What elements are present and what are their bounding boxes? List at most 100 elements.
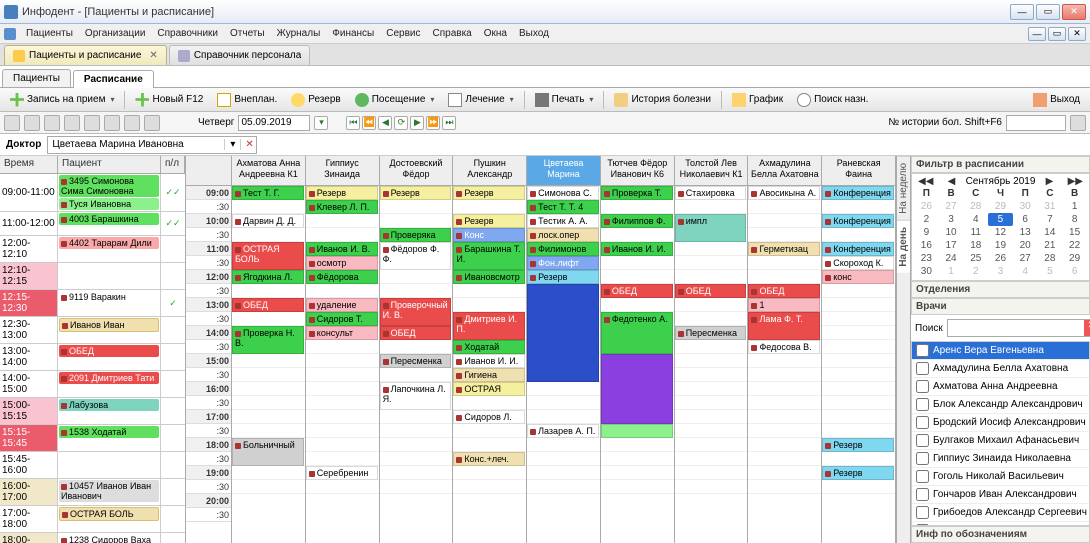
appointment[interactable]: Пересменка bbox=[675, 326, 747, 340]
doctor-checkbox[interactable] bbox=[916, 506, 929, 519]
calendar-day[interactable]: 16 bbox=[914, 239, 939, 252]
doctor-column-header[interactable]: Раневская Фаина bbox=[822, 156, 895, 186]
calendar-day[interactable]: 28 bbox=[1038, 252, 1063, 265]
cal-next-year[interactable]: ▶▶ bbox=[1064, 176, 1087, 187]
nav-first[interactable]: ⏮ bbox=[346, 116, 360, 130]
appointment[interactable]: лоск.опер bbox=[527, 228, 599, 242]
doctor-column-header[interactable]: Цветаева Марина bbox=[527, 156, 600, 186]
calendar-day[interactable]: 30 bbox=[914, 265, 939, 278]
left-row[interactable]: 16:00-17:0010457 Иванов Иван Иванович bbox=[0, 479, 185, 506]
appointment[interactable]: Резерв доктора bbox=[453, 214, 525, 228]
appointment[interactable]: ОБЕД bbox=[601, 284, 673, 298]
util-btn-5[interactable] bbox=[84, 115, 100, 131]
appointment[interactable]: Федотенко А. bbox=[601, 312, 673, 354]
appointment[interactable]: Иванов И. В. bbox=[306, 242, 378, 256]
calendar-day[interactable]: 31 bbox=[1038, 200, 1063, 213]
calendar-day[interactable]: 12 bbox=[988, 226, 1013, 239]
minimize-button[interactable]: — bbox=[1010, 4, 1034, 20]
doctor-column-header[interactable]: Гиппиус Зинаида bbox=[306, 156, 379, 186]
doctor-cells[interactable]: Проверка Т.Филиппов Ф.Иванов И. И.ОБЕДФе… bbox=[601, 186, 674, 543]
doctor-list-item[interactable]: Булгаков Михаил Афанасьевич bbox=[912, 432, 1089, 450]
appointment[interactable]: Филимонов bbox=[527, 242, 599, 256]
doctor-column-header[interactable]: Ахмадулина Белла Ахатовна bbox=[748, 156, 821, 186]
nav-prev2[interactable]: ⏪ bbox=[362, 116, 376, 130]
calendar-day[interactable]: 25 bbox=[963, 252, 988, 265]
doctor-list-item[interactable]: Блок Александр Александрович bbox=[912, 396, 1089, 414]
appointment[interactable]: Ходатай bbox=[453, 340, 525, 354]
calendar-day[interactable]: 26 bbox=[914, 200, 939, 213]
patient-card[interactable]: 10457 Иванов Иван Иванович bbox=[59, 480, 159, 502]
maximize-button[interactable]: ▭ bbox=[1036, 4, 1060, 20]
calendar-day[interactable]: 11 bbox=[963, 226, 988, 239]
left-row[interactable]: 12:15-12:309119 Варакин✓ bbox=[0, 290, 185, 317]
patient-card[interactable]: ОСТРАЯ БОЛЬ bbox=[59, 507, 159, 521]
appointment[interactable]: Тест Т. Г. bbox=[232, 186, 304, 200]
appointment[interactable] bbox=[601, 424, 673, 438]
left-row[interactable]: 09:00-11:003495 Симонова Сима СимоновнаТ… bbox=[0, 174, 185, 212]
unplanned-button[interactable]: Внеплан. bbox=[211, 90, 283, 110]
doctors-header[interactable]: Врачи bbox=[911, 298, 1090, 315]
appointment[interactable]: Дмитриев И. П. bbox=[453, 312, 525, 340]
cal-prev[interactable]: ◀ bbox=[944, 176, 960, 187]
appointment[interactable]: ОСТРАЯ БОЛЬ bbox=[232, 242, 304, 270]
menu-service[interactable]: Сервис bbox=[380, 26, 426, 41]
calendar-day[interactable]: 22 bbox=[1062, 239, 1087, 252]
appointment[interactable]: Иванов И. И. bbox=[601, 242, 673, 256]
calendar-day[interactable]: 30 bbox=[1013, 200, 1038, 213]
doctor-cells[interactable]: Тест Т. Г.Дарвин Д. Д.ОСТРАЯ БОЛЬЯгодкин… bbox=[232, 186, 305, 543]
calendar-day[interactable]: 5 bbox=[1038, 265, 1063, 278]
appointment[interactable]: Серебренин bbox=[306, 466, 378, 480]
history-go-button[interactable] bbox=[1070, 115, 1086, 131]
nav-last[interactable]: ⏭ bbox=[442, 116, 456, 130]
calendar-day[interactable]: 27 bbox=[1013, 252, 1038, 265]
calendar-day[interactable]: 7 bbox=[1038, 213, 1063, 226]
doctor-checkbox[interactable] bbox=[916, 398, 929, 411]
appointment[interactable]: Сидоров Т. bbox=[306, 312, 378, 326]
appointment[interactable]: Ивановсмотр bbox=[453, 270, 525, 284]
appointment[interactable]: Проверяка bbox=[380, 228, 452, 242]
doctor-combo-clear[interactable]: ✕ bbox=[240, 139, 256, 150]
cal-prev-year[interactable]: ◀◀ bbox=[914, 176, 937, 187]
doctor-column-header[interactable]: Пушкин Александр bbox=[453, 156, 526, 186]
doctor-cells[interactable]: Симонова С.Тест Т. Т. 4Тестик А. А.лоск.… bbox=[527, 186, 600, 543]
menu-help[interactable]: Справка bbox=[427, 26, 478, 41]
print-button[interactable]: Печать▾ bbox=[529, 90, 600, 110]
calendar-day[interactable]: 8 bbox=[1062, 213, 1087, 226]
appointment[interactable]: Конс bbox=[453, 228, 525, 242]
calendar-day[interactable]: 5 bbox=[988, 213, 1013, 226]
calendar[interactable]: ◀◀ ◀ Сентябрь 2019 ▶ ▶▶ ПВСЧПСВ262728293… bbox=[911, 173, 1090, 281]
calendar-day[interactable]: 17 bbox=[939, 239, 964, 252]
util-btn-1[interactable] bbox=[4, 115, 20, 131]
doctor-cells[interactable]: Резерв доктораКлевер Л. П.Иванов И. В.ос… bbox=[306, 186, 379, 543]
menu-finance[interactable]: Финансы bbox=[326, 26, 380, 41]
left-row[interactable]: 12:10-12:15 bbox=[0, 263, 185, 290]
doc-tab-patients-schedule[interactable]: Пациенты и расписание ✕ bbox=[4, 45, 167, 65]
patient-card[interactable]: 3495 Симонова Сима Симоновна bbox=[59, 175, 159, 197]
appointment[interactable]: Тест Т. Т. 4 bbox=[527, 200, 599, 214]
appointment[interactable]: Резерв клиники bbox=[527, 270, 599, 284]
left-row[interactable]: 12:30-13:00Иванов Иван bbox=[0, 317, 185, 344]
doctor-list[interactable]: Аренс Вера ЕвгеньевнаАхмадулина Белла Ах… bbox=[911, 341, 1090, 526]
appointment[interactable]: Конференция bbox=[822, 186, 894, 200]
calendar-day[interactable]: 14 bbox=[1038, 226, 1063, 239]
doctor-checkbox[interactable] bbox=[916, 344, 929, 357]
departments-header[interactable]: Отделения bbox=[911, 281, 1090, 298]
appointment[interactable]: Лапочкина Л. Я. bbox=[380, 382, 452, 410]
visit-button[interactable]: Посещение▾ bbox=[349, 90, 441, 110]
appointment[interactable]: 1 bbox=[748, 298, 820, 312]
patient-card[interactable]: 4003 Барашкина bbox=[59, 213, 159, 225]
nav-next[interactable]: ▶ bbox=[410, 116, 424, 130]
doctor-list-item[interactable]: Гиппиус Зинаида Николаевна bbox=[912, 450, 1089, 468]
appointment[interactable]: ОБЕД bbox=[232, 298, 304, 312]
menu-reports[interactable]: Отчеты bbox=[224, 26, 271, 41]
doctor-combo[interactable]: Цветаева Марина Ивановна ▾ ✕ bbox=[47, 136, 257, 154]
appointment[interactable]: Клевер Л. П. bbox=[306, 200, 378, 214]
doctor-combo-dropdown[interactable]: ▾ bbox=[224, 139, 240, 150]
appointment[interactable]: Ягодкина Л. bbox=[232, 270, 304, 284]
reserve-button[interactable]: Резерв bbox=[285, 90, 346, 110]
nav-reload[interactable]: ⟳ bbox=[394, 116, 408, 130]
doctor-checkbox[interactable] bbox=[916, 470, 929, 483]
patient-card[interactable]: 2091 Дмитриев Тати bbox=[59, 372, 159, 384]
doctor-list-item[interactable]: Аренс Вера Евгеньевна bbox=[912, 342, 1089, 360]
calendar-day[interactable]: 4 bbox=[1013, 265, 1038, 278]
